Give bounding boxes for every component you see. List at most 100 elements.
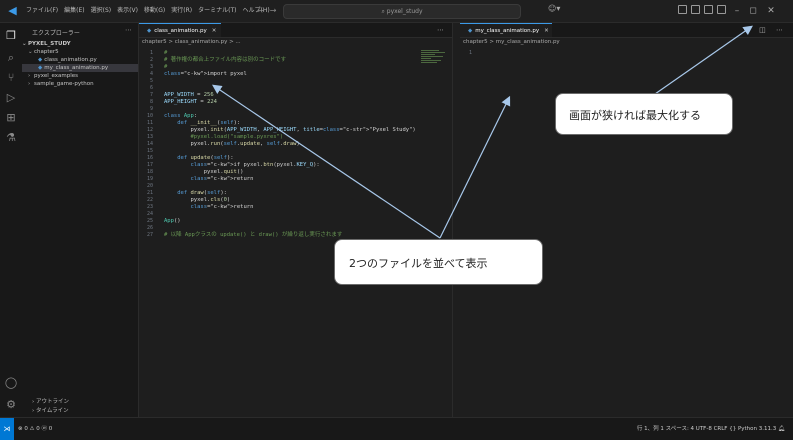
menu-run[interactable]: 実行(R) — [171, 0, 192, 22]
code-line[interactable]: def __init__(self): — [164, 120, 240, 127]
breadcrumb[interactable]: chapter5 > class_animation.py > ... — [142, 39, 241, 45]
layout-controls — [678, 5, 726, 14]
line-number: 1 — [468, 50, 472, 56]
vscode-logo-icon: ◀ — [8, 4, 17, 17]
tree-file-class-animation[interactable]: ◆ class_animation.py — [22, 56, 138, 64]
code-line[interactable]: pyxel.quit() — [164, 169, 244, 176]
line-number: 3 — [149, 64, 153, 70]
tree-root[interactable]: ⌄PYXEL_STUDY — [22, 40, 138, 48]
split-editor-icon[interactable]: ⌄ ◫ ⋯ — [743, 26, 787, 34]
line-number: 23 — [146, 204, 153, 210]
code-line[interactable]: APP_HEIGHT = 224 — [164, 99, 217, 106]
line-number: 24 — [146, 211, 153, 217]
close-icon[interactable]: ✕ — [764, 0, 778, 22]
maximize-icon[interactable]: ◻ — [746, 0, 760, 22]
toggle-secondary-sidebar-icon[interactable] — [704, 5, 713, 14]
tree-file-my-class-animation[interactable]: ◆ my_class_animation.py — [22, 64, 138, 72]
code-line[interactable]: class App: — [164, 113, 197, 120]
tab-my-class-animation[interactable]: ◆ my_class_animation.py ✕ — [460, 23, 552, 37]
line-number: 7 — [149, 92, 153, 98]
copilot-icon[interactable]: ☺▾ — [548, 4, 560, 13]
tab-class-animation[interactable]: ◆ class_animation.py ✕ — [139, 23, 221, 37]
explorer-title: エクスプローラー — [32, 30, 80, 37]
code-line[interactable]: pyxel.cls(0) — [164, 197, 230, 204]
customize-layout-icon[interactable] — [717, 5, 726, 14]
line-number: 6 — [149, 85, 153, 91]
problems-status[interactable]: ⊗ 0 ⚠ 0 ⓦ 0 — [18, 418, 52, 440]
line-number: 25 — [146, 218, 153, 224]
manage-gear-icon[interactable]: ⚙ — [4, 398, 18, 412]
line-number: 1 — [149, 50, 153, 56]
code-line[interactable]: APP_WIDTH = 256 — [164, 92, 214, 99]
code-line[interactable]: class="c-kw">return — [164, 204, 254, 211]
menu-edit[interactable]: 編集(E) — [64, 0, 84, 22]
code-line[interactable]: #pyxel.load("sample.pyxres") — [164, 134, 283, 141]
back-arrow-icon[interactable]: ← — [257, 6, 270, 15]
right-editor-group: ◆ my_class_animation.py ✕ ⌄ ◫ ⋯ chapter5 >… — [460, 23, 793, 417]
line-number: 21 — [146, 190, 153, 196]
line-number: 8 — [149, 99, 153, 105]
menu-terminal[interactable]: ターミナル(T) — [198, 0, 236, 22]
line-number: 11 — [146, 120, 153, 126]
close-tab-icon[interactable]: ✕ — [212, 28, 217, 34]
code-line[interactable]: pyxel.init(APP_WIDTH, APP_HEIGHT, title=… — [164, 127, 415, 134]
notifications-bell-icon[interactable]: 🔔︎ — [778, 426, 785, 432]
forward-arrow-icon[interactable]: → — [270, 6, 283, 15]
line-number: 20 — [146, 183, 153, 189]
search-activity-icon[interactable]: ⌕ — [4, 51, 18, 65]
tree-folder-sample-game[interactable]: › sample_game-python — [22, 80, 144, 88]
more-actions-icon[interactable]: ⋯ — [125, 26, 132, 34]
menu-file[interactable]: ファイル(F) — [26, 0, 58, 22]
menu-selection[interactable]: 選択(S) — [91, 0, 112, 22]
code-line[interactable]: class="c-kw">return — [164, 176, 254, 183]
menu-go[interactable]: 移動(G) — [144, 0, 165, 22]
line-number: 4 — [149, 71, 153, 77]
line-number: 12 — [146, 127, 153, 133]
code-line[interactable]: class="c-kw">import pyxel — [164, 71, 247, 78]
minimize-icon[interactable]: – — [730, 0, 744, 22]
command-center-search[interactable]: ⌕ pyxel_study — [283, 4, 521, 19]
line-number: 9 — [149, 106, 153, 112]
outline-section[interactable]: › アウトライン — [32, 397, 69, 405]
code-line[interactable]: App() — [164, 218, 181, 225]
python-file-icon: ◆ — [468, 28, 473, 34]
code-line[interactable]: class="c-kw">if pyxel.btn(pyxel.KEY_Q): — [164, 162, 320, 169]
line-number: 17 — [146, 162, 153, 168]
toggle-panel-icon[interactable] — [691, 5, 700, 14]
nav-arrows: ←→ — [257, 0, 282, 22]
tree-folder-chapter5[interactable]: ⌄chapter5 — [22, 48, 144, 56]
tree-folder-pyxel-examples[interactable]: › pyxel_examples — [22, 72, 144, 80]
code-line[interactable]: def update(self): — [164, 155, 233, 162]
account-icon[interactable]: ◯ — [4, 376, 18, 390]
code-line[interactable]: pyxel.run(self.update, self.draw) — [164, 141, 299, 148]
extensions-icon[interactable]: ⊞ — [4, 111, 18, 125]
line-number: 5 — [149, 78, 153, 84]
right-tab-bar: ◆ my_class_animation.py ✕ ⌄ ◫ ⋯ — [460, 23, 793, 38]
code-line[interactable]: # — [164, 50, 167, 57]
left-editor-actions[interactable]: ⋯ — [437, 26, 448, 34]
source-control-icon[interactable]: ⑂ — [4, 71, 18, 85]
code-line[interactable]: # — [164, 64, 167, 71]
status-bar: ⋊ ⊗ 0 ⚠ 0 ⓦ 0 行 1、列 1 スペース: 4 UTF-8 CRLF… — [0, 417, 793, 440]
python-file-icon: ◆ — [38, 57, 43, 63]
line-number: 22 — [146, 197, 153, 203]
code-line[interactable]: # 以降 Appクラスの update() と draw() が繰り返し実行され… — [164, 232, 342, 239]
activity-bar: ❐ ⌕ ⑂ ▷ ⊞ ⚗ ◯ ⚙ — [0, 23, 23, 417]
menu-view[interactable]: 表示(V) — [117, 0, 138, 22]
line-number: 18 — [146, 169, 153, 175]
code-line[interactable]: # 著作権の都合上ファイル内容は別のコードです — [164, 57, 286, 64]
testing-icon[interactable]: ⚗ — [4, 131, 18, 145]
close-tab-icon[interactable]: ✕ — [544, 28, 549, 34]
callout-side-by-side: 2つのファイルを並べて表示 — [334, 239, 543, 285]
editor-status[interactable]: 行 1、列 1 スペース: 4 UTF-8 CRLF {} Python 3.1… — [637, 418, 785, 440]
code-line[interactable]: def draw(self): — [164, 190, 227, 197]
toggle-sidebar-icon[interactable] — [678, 5, 687, 14]
breadcrumb[interactable]: chapter5 > my_class_animation.py — [463, 39, 560, 45]
remote-icon[interactable]: ⋊ — [0, 418, 14, 440]
run-debug-icon[interactable]: ▷ — [4, 91, 18, 105]
minimap[interactable] — [421, 50, 449, 72]
title-bar: ◀ ファイル(F) 編集(E) 選択(S) 表示(V) 移動(G) 実行(R) … — [0, 0, 793, 23]
explorer-icon[interactable]: ❐ — [4, 29, 18, 43]
timeline-section[interactable]: › タイムライン — [32, 406, 69, 414]
python-file-icon: ◆ — [38, 65, 43, 71]
